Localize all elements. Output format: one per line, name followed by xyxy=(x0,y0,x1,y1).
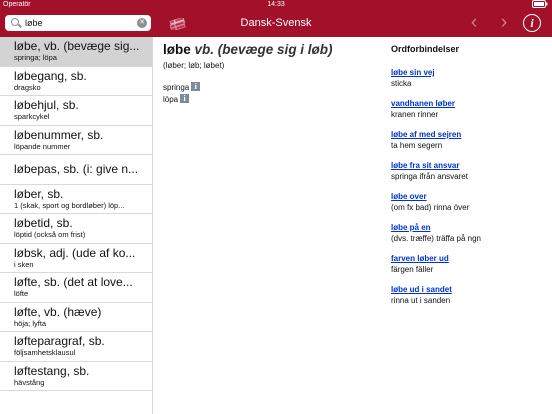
list-item-headword: løbenummer, sb. xyxy=(14,127,104,142)
translation-line: löpa i xyxy=(163,94,378,106)
phrase-link[interactable]: løbe over xyxy=(391,191,546,202)
phrase-translation: rinna ut i sanden xyxy=(391,296,451,305)
list-item-translation: löfte xyxy=(14,289,29,298)
list-item-translation: springa; löpa xyxy=(14,53,57,62)
search-field[interactable]: ✕ xyxy=(5,15,151,31)
status-bar: Operatör 14:33 xyxy=(0,0,552,10)
list-item-headword: løber, sb. xyxy=(14,186,64,201)
phrases-panel: Ordforbindelser løbe sin vej sticka vand… xyxy=(391,44,546,315)
list-item-translation: dragsko xyxy=(14,82,41,92)
list-item-translation: sparkcykel xyxy=(14,112,50,121)
list-item[interactable]: løbepas, sb. (i: give n... xyxy=(0,155,152,185)
chevron-left-icon[interactable]: ‹ xyxy=(465,13,483,32)
phrases-heading: Ordforbindelser xyxy=(391,44,460,54)
entry-grammar: vb. (bevæge sig i løb) xyxy=(194,42,333,57)
list-item-translation: löptid (också om frist) xyxy=(14,230,86,239)
list-item[interactable]: løfte, vb. (hæve) höja; lyfta xyxy=(0,303,152,332)
phrase-translation: ta hem segern xyxy=(391,141,443,150)
phrase-item: løbe af med sejren ta hem segern xyxy=(391,129,546,151)
search-input[interactable] xyxy=(25,16,135,30)
list-item[interactable]: løbe, vb. (bevæge sig... springa; löpa xyxy=(0,37,152,67)
entry-inflections: (løber; løb; løbet) xyxy=(163,61,225,70)
list-item-headword: løbepas, sb. (i: give n... xyxy=(14,162,139,176)
status-time: 14:33 xyxy=(267,1,285,8)
phrase-link[interactable]: løbe fra sit ansvar xyxy=(391,160,546,171)
phrase-translation: färgen fäller xyxy=(391,265,434,274)
list-item-headword: løftestang, sb. xyxy=(14,363,90,378)
info-icon[interactable]: i xyxy=(180,94,190,103)
phrase-translation: sticka xyxy=(391,79,412,88)
phrase-link[interactable]: løbe ud i sandet xyxy=(391,284,546,295)
chevron-right-icon[interactable]: › xyxy=(495,13,513,32)
list-item[interactable]: løfteparagraf, sb. följsamhetsklausul xyxy=(0,332,152,362)
list-item[interactable]: løbetid, sb. löptid (också om frist) xyxy=(0,214,152,244)
list-item[interactable]: løftestang, sb. hävstång xyxy=(0,362,152,391)
phrase-translation: (om fx bad) rinna över xyxy=(391,203,470,212)
list-item[interactable]: løbenummer, sb. löpande nummer xyxy=(0,126,152,155)
phrase-link[interactable]: løbe af med sejren xyxy=(391,129,546,140)
list-item-headword: løfte, vb. (hæve) xyxy=(14,304,102,319)
phrase-item: løbe sin vej sticka xyxy=(391,67,546,89)
list-item[interactable]: løbehjul, sb. sparkcykel xyxy=(0,96,152,126)
list-item-headword: løfte, sb. (det at love... xyxy=(14,275,133,289)
swap-language-icon[interactable] xyxy=(168,16,188,32)
dictionary-title: Dansk-Svensk xyxy=(240,17,312,29)
list-item[interactable]: løber, sb. 1 (skak, sport og bordløber) … xyxy=(0,185,152,214)
phrase-item: farven løber ud färgen fäller xyxy=(391,253,546,275)
phrase-translation: (dvs. træffe) träffa på ngn xyxy=(391,234,481,243)
phrase-link[interactable]: farven løber ud xyxy=(391,253,546,264)
list-item[interactable]: løfte, sb. (det at love... löfte xyxy=(0,273,152,303)
phrase-item: løbe ud i sandet rinna ut i sanden xyxy=(391,284,546,306)
phrase-item: løbe over (om fx bad) rinna över xyxy=(391,191,546,213)
list-item-translation: höja; lyfta xyxy=(14,318,47,328)
list-item-headword: løbsk, adj. (ude af ko... xyxy=(14,245,136,260)
list-item-translation: löpande nummer xyxy=(14,141,71,151)
list-item-headword: løbetid, sb. xyxy=(14,216,73,230)
list-item-translation: följsamhetsklausul xyxy=(14,348,76,357)
phrase-item: løbe fra sit ansvar springa ifrån ansvar… xyxy=(391,160,546,182)
entry-panel: løbe vb. (bevæge sig i løb) (løber; løb;… xyxy=(163,42,378,106)
list-item-headword: løbe, vb. (bevæge sig... xyxy=(14,39,140,53)
phrase-link[interactable]: løbe på en xyxy=(391,222,546,233)
top-bar: ✕ Dansk-Svensk ‹ › i xyxy=(0,10,552,37)
list-item-translation: hävstång xyxy=(14,377,45,387)
list-item-headword: løbehjul, sb. xyxy=(14,98,79,112)
list-item-translation: i sken xyxy=(14,259,34,269)
info-button[interactable]: i xyxy=(523,14,541,32)
word-list: løbe, vb. (bevæge sig... springa; löpa l… xyxy=(0,37,153,414)
phrase-item: løbe på en (dvs. træffe) träffa på ngn xyxy=(391,222,546,244)
clear-search-icon[interactable]: ✕ xyxy=(137,18,147,28)
phrase-link[interactable]: vandhanen løber xyxy=(391,98,546,109)
list-item-headword: løbegang, sb. xyxy=(14,68,87,83)
list-item[interactable]: løbegang, sb. dragsko xyxy=(0,67,152,96)
phrase-translation: springa ifrån ansvaret xyxy=(391,172,468,181)
translation-text: löpa xyxy=(163,95,179,104)
entry-headword: løbe xyxy=(163,42,191,57)
entry-heading: løbe vb. (bevæge sig i løb) xyxy=(163,42,378,57)
translation-text: springa xyxy=(163,83,190,92)
phrase-item: vandhanen løber kranen rinner xyxy=(391,98,546,120)
phrase-translation: kranen rinner xyxy=(391,110,439,119)
info-icon[interactable]: i xyxy=(191,82,201,91)
translation-line: springa i xyxy=(163,82,378,94)
list-item[interactable]: løbsk, adj. (ude af ko... i sken xyxy=(0,244,152,273)
list-item-translation: 1 (skak, sport og bordløber) löp... xyxy=(14,200,125,210)
search-icon xyxy=(11,18,19,26)
list-item-headword: løfteparagraf, sb. xyxy=(14,334,105,348)
phrase-link[interactable]: løbe sin vej xyxy=(391,67,546,78)
